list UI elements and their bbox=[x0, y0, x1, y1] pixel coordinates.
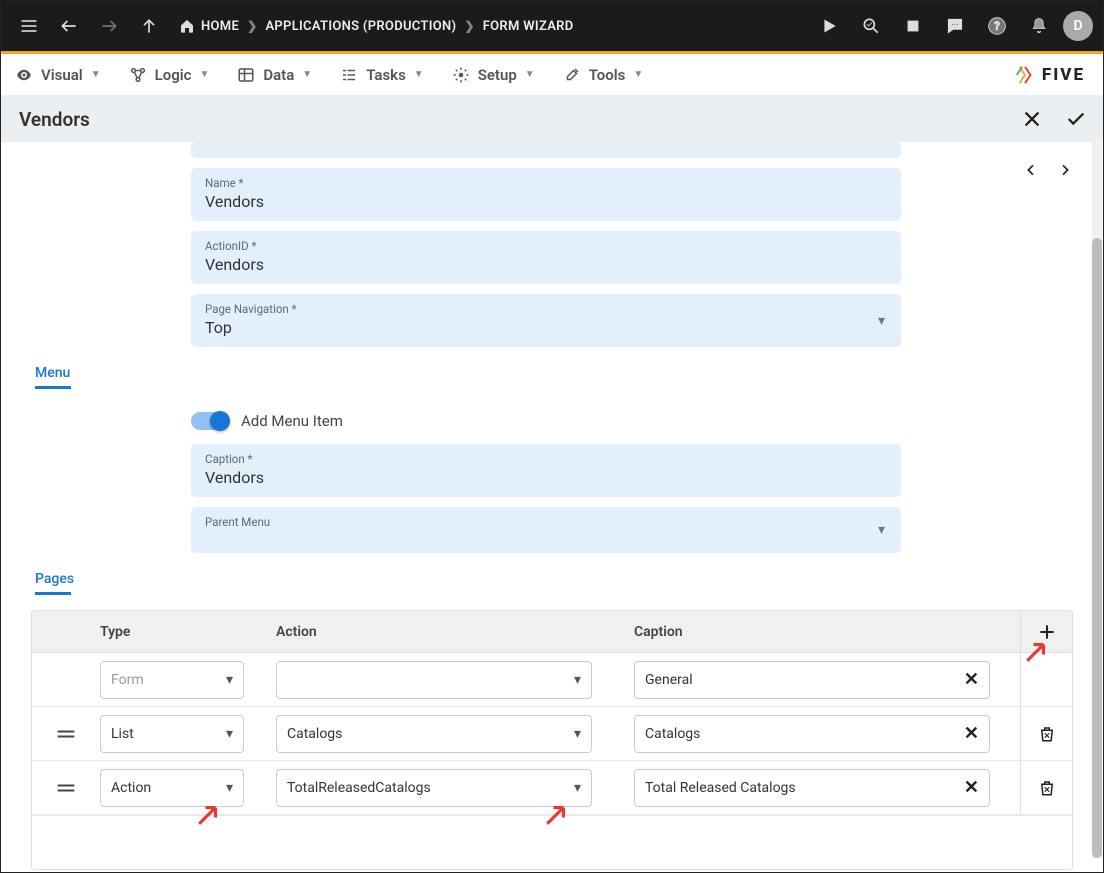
col-type-header: Type bbox=[100, 624, 276, 640]
bell-icon[interactable] bbox=[1021, 8, 1057, 44]
table-row: Action ▾ TotalReleasedCatalogs ▾ Total R… bbox=[32, 761, 1072, 815]
col-action-header: Action bbox=[276, 624, 624, 640]
type-select[interactable]: Action ▾ bbox=[100, 769, 244, 807]
name-label: Name * bbox=[205, 176, 887, 190]
breadcrumb-formwizard[interactable]: FORM WIZARD bbox=[483, 19, 574, 34]
pages-table-header: Type Action Caption bbox=[32, 611, 1072, 653]
play-icon[interactable] bbox=[811, 8, 847, 44]
vertical-scrollbar[interactable] bbox=[1092, 138, 1102, 858]
delete-row-button[interactable] bbox=[1020, 707, 1072, 760]
caption-field[interactable]: Caption * Vendors bbox=[191, 444, 901, 497]
type-select[interactable]: List ▾ bbox=[100, 715, 244, 753]
clear-icon[interactable]: ✕ bbox=[964, 669, 979, 690]
menu-logic[interactable]: Logic▼ bbox=[129, 66, 210, 84]
prev-icon[interactable] bbox=[1023, 162, 1039, 178]
drag-handle[interactable] bbox=[32, 728, 100, 740]
name-field[interactable]: Name * Vendors bbox=[191, 168, 901, 221]
top-navbar: HOME ❯ APPLICATIONS (PRODUCTION) ❯ FORM … bbox=[1, 1, 1103, 51]
name-value: Vendors bbox=[205, 192, 887, 211]
pagenav-value: Top bbox=[205, 318, 887, 337]
pages-table-footer bbox=[32, 815, 1072, 869]
pagenav-field[interactable]: Page Navigation * Top ▾ bbox=[191, 294, 901, 347]
drag-handle[interactable] bbox=[32, 782, 100, 794]
menu-section-heading[interactable]: Menu bbox=[1, 347, 70, 390]
help-icon[interactable]: ? bbox=[979, 8, 1015, 44]
menu-visual[interactable]: Visual▼ bbox=[15, 66, 101, 84]
type-select[interactable]: Form ▾ bbox=[100, 661, 244, 699]
action-select[interactable]: ▾ bbox=[276, 661, 592, 699]
breadcrumb-home[interactable]: HOME bbox=[179, 18, 239, 34]
up-icon[interactable] bbox=[131, 8, 167, 44]
dropdown-icon: ▾ bbox=[574, 672, 581, 688]
chevron-right-icon: ❯ bbox=[247, 19, 257, 33]
table-row: Form ▾ ▾ General ✕ bbox=[32, 653, 1072, 707]
dropdown-icon: ▾ bbox=[226, 672, 233, 688]
chat-icon[interactable] bbox=[937, 8, 973, 44]
check-icon[interactable] bbox=[1065, 108, 1087, 130]
pagenav-label: Page Navigation * bbox=[205, 302, 887, 316]
dropdown-icon: ▾ bbox=[226, 780, 233, 796]
dropdown-icon: ▾ bbox=[574, 780, 581, 796]
breadcrumb-home-label: HOME bbox=[201, 19, 239, 34]
add-menu-toggle[interactable] bbox=[191, 412, 229, 430]
dropdown-icon: ▾ bbox=[226, 726, 233, 742]
avatar[interactable]: D bbox=[1063, 11, 1093, 41]
actionid-field[interactable]: ActionID * Vendors bbox=[191, 231, 901, 284]
caption-input[interactable]: Total Released Catalogs ✕ bbox=[634, 769, 990, 807]
content-area: Name * Vendors ActionID * Vendors Page N… bbox=[1, 142, 1103, 874]
chevron-right-icon: ❯ bbox=[464, 19, 474, 33]
actionid-label: ActionID * bbox=[205, 239, 887, 253]
caption-label: Caption * bbox=[205, 452, 887, 466]
add-menu-label: Add Menu Item bbox=[241, 412, 343, 430]
back-icon[interactable] bbox=[51, 8, 87, 44]
dropdown-icon: ▾ bbox=[574, 726, 581, 742]
dropdown-icon: ▾ bbox=[878, 522, 885, 538]
page-title: Vendors bbox=[19, 108, 90, 131]
pages-table: Type Action Caption Form ▾ bbox=[31, 610, 1073, 870]
dropdown-icon: ▾ bbox=[878, 313, 885, 329]
field-truncated[interactable] bbox=[191, 142, 901, 158]
col-caption-header: Caption bbox=[624, 624, 1020, 640]
parent-menu-field[interactable]: Parent Menu ▾ bbox=[191, 507, 901, 553]
main-toolbar: Visual▼ Logic▼ Data▼ Tasks▼ Setup▼ Tools… bbox=[1, 54, 1103, 96]
menu-data[interactable]: Data▼ bbox=[237, 66, 312, 84]
page-header: Vendors bbox=[1, 96, 1103, 142]
menu-tasks[interactable]: Tasks▼ bbox=[340, 66, 424, 84]
action-select[interactable]: Catalogs ▾ bbox=[276, 715, 592, 753]
clear-icon[interactable]: ✕ bbox=[964, 723, 979, 744]
clear-icon[interactable]: ✕ bbox=[964, 777, 979, 798]
caption-input[interactable]: Catalogs ✕ bbox=[634, 715, 990, 753]
forward-icon[interactable] bbox=[91, 8, 127, 44]
delete-row-button bbox=[1020, 653, 1072, 706]
stop-icon[interactable] bbox=[895, 8, 931, 44]
add-page-button[interactable] bbox=[1020, 611, 1072, 652]
caption-value: Vendors bbox=[205, 468, 887, 487]
svg-text:?: ? bbox=[994, 19, 1000, 33]
breadcrumb: HOME ❯ APPLICATIONS (PRODUCTION) ❯ FORM … bbox=[179, 18, 574, 34]
breadcrumb-applications[interactable]: APPLICATIONS (PRODUCTION) bbox=[265, 19, 456, 34]
hamburger-icon[interactable] bbox=[11, 8, 47, 44]
delete-row-button[interactable] bbox=[1020, 761, 1072, 814]
pages-section-heading[interactable]: Pages bbox=[1, 553, 74, 596]
parent-menu-label: Parent Menu bbox=[205, 515, 887, 529]
menu-tools[interactable]: Tools▼ bbox=[563, 66, 644, 84]
menu-setup[interactable]: Setup▼ bbox=[452, 66, 535, 84]
next-icon[interactable] bbox=[1057, 162, 1073, 178]
caption-input[interactable]: General ✕ bbox=[634, 661, 990, 699]
brand-logo: FIVE bbox=[1014, 64, 1085, 86]
close-icon[interactable] bbox=[1021, 108, 1043, 130]
action-select[interactable]: TotalReleasedCatalogs ▾ bbox=[276, 769, 592, 807]
table-row: List ▾ Catalogs ▾ Catalogs ✕ bbox=[32, 707, 1072, 761]
actionid-value: Vendors bbox=[205, 255, 887, 274]
search-icon[interactable] bbox=[853, 8, 889, 44]
